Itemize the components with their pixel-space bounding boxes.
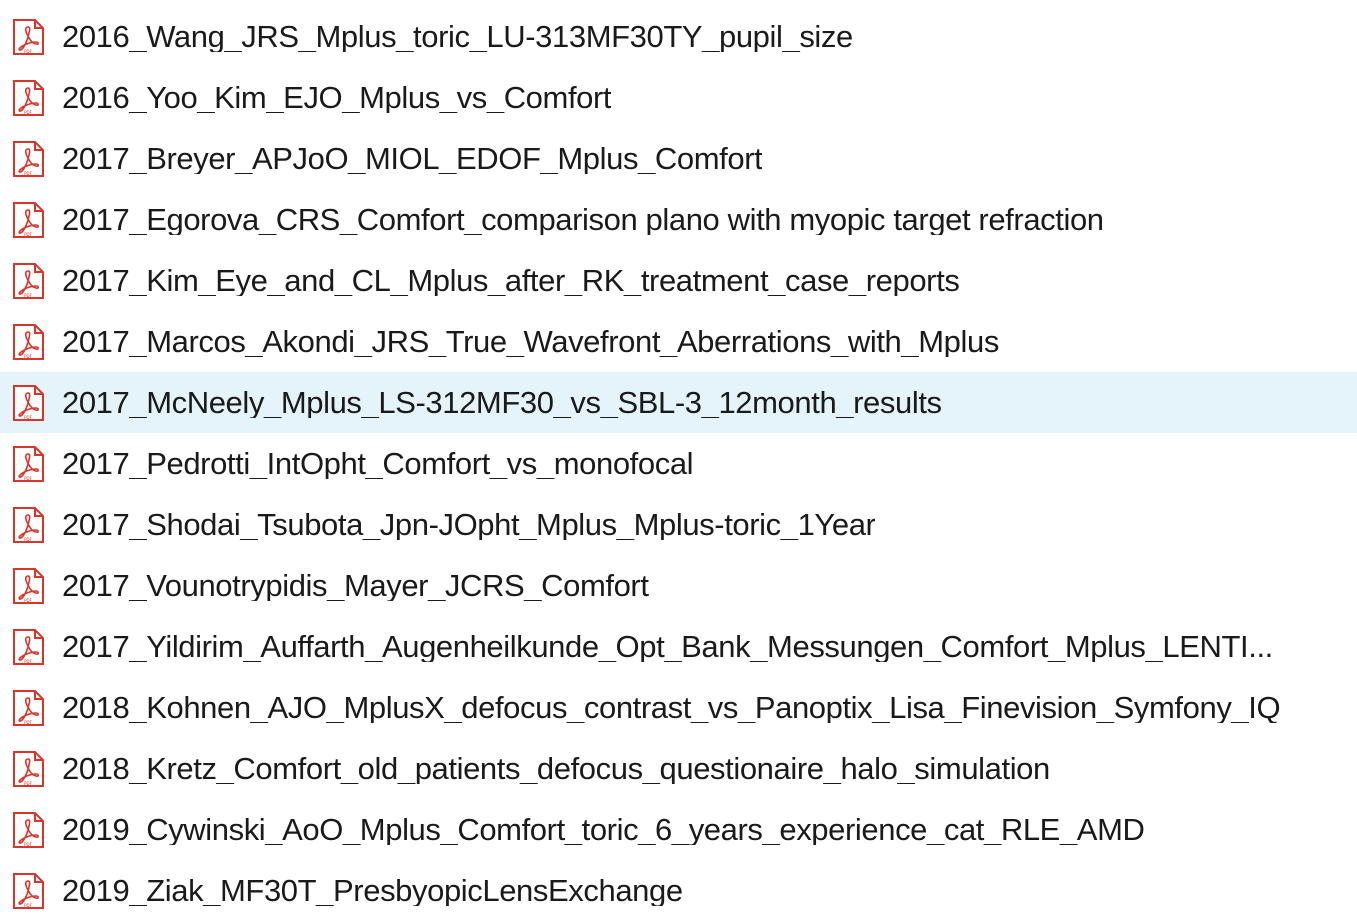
file-name: 2019_Cywinski_AoO_Mplus_Comfort_toric_6_… — [62, 814, 1145, 845]
svg-text:PDF: PDF — [24, 354, 32, 359]
pdf-file-icon: PDF — [13, 506, 44, 543]
file-row-3[interactable]: PDF 2017_Egorova_CRS_Comfort_comparison … — [0, 189, 1357, 250]
pdf-file-icon: PDF — [13, 79, 44, 116]
file-row-11[interactable]: PDF 2018_Kohnen_AJO_MplusX_defocus_contr… — [0, 677, 1357, 738]
pdf-file-icon: PDF — [13, 445, 44, 482]
svg-text:PDF: PDF — [24, 293, 32, 298]
file-row-10[interactable]: PDF 2017_Yildirim_Auffarth_Augenheilkund… — [0, 616, 1357, 677]
svg-text:PDF: PDF — [24, 110, 32, 115]
svg-text:PDF: PDF — [24, 232, 32, 237]
pdf-file-icon: PDF — [13, 689, 44, 726]
svg-text:PDF: PDF — [24, 598, 32, 603]
file-row-5[interactable]: PDF 2017_Marcos_Akondi_JRS_True_Wavefron… — [0, 311, 1357, 372]
file-row-1[interactable]: PDF 2016_Yoo_Kim_EJO_Mplus_vs_Comfort — [0, 67, 1357, 128]
svg-text:PDF: PDF — [24, 49, 32, 54]
svg-text:PDF: PDF — [24, 537, 32, 542]
svg-text:PDF: PDF — [24, 659, 32, 664]
file-name: 2017_Vounotrypidis_Mayer_JCRS_Comfort — [62, 570, 649, 601]
file-row-12[interactable]: PDF 2018_Kretz_Comfort_old_patients_defo… — [0, 738, 1357, 799]
file-name: 2018_Kretz_Comfort_old_patients_defocus_… — [62, 753, 1050, 784]
pdf-file-icon: PDF — [13, 750, 44, 787]
file-name: 2017_Shodai_Tsubota_Jpn-JOpht_Mplus_Mplu… — [62, 509, 876, 540]
pdf-file-icon: PDF — [13, 567, 44, 604]
file-name: 2018_Kohnen_AJO_MplusX_defocus_contrast_… — [62, 692, 1281, 723]
svg-text:PDF: PDF — [24, 171, 32, 176]
file-row-6-selected[interactable]: PDF 2017_McNeely_Mplus_LS-312MF30_vs_SBL… — [0, 372, 1357, 433]
file-row-0[interactable]: PDF 2016_Wang_JRS_Mplus_toric_LU-313MF30… — [0, 6, 1357, 67]
file-name: 2017_Kim_Eye_and_CL_Mplus_after_RK_treat… — [62, 265, 960, 296]
svg-text:PDF: PDF — [24, 720, 32, 725]
file-row-14[interactable]: PDF 2019_Ziak_MF30T_PresbyopicLensExchan… — [0, 860, 1357, 921]
pdf-file-icon: PDF — [13, 18, 44, 55]
file-name: 2017_Marcos_Akondi_JRS_True_Wavefront_Ab… — [62, 326, 999, 357]
file-row-9[interactable]: PDF 2017_Vounotrypidis_Mayer_JCRS_Comfor… — [0, 555, 1357, 616]
svg-text:PDF: PDF — [24, 842, 32, 847]
file-list: PDF 2016_Wang_JRS_Mplus_toric_LU-313MF30… — [0, 6, 1357, 921]
pdf-file-icon: PDF — [13, 140, 44, 177]
file-row-2[interactable]: PDF 2017_Breyer_APJoO_MIOL_EDOF_Mplus_Co… — [0, 128, 1357, 189]
pdf-file-icon: PDF — [13, 262, 44, 299]
svg-text:PDF: PDF — [24, 476, 32, 481]
file-row-7[interactable]: PDF 2017_Pedrotti_IntOpht_Comfort_vs_mon… — [0, 433, 1357, 494]
pdf-file-icon: PDF — [13, 201, 44, 238]
file-row-8[interactable]: PDF 2017_Shodai_Tsubota_Jpn-JOpht_Mplus_… — [0, 494, 1357, 555]
file-name: 2017_Yildirim_Auffarth_Augenheilkunde_Op… — [62, 631, 1273, 662]
file-name: 2019_Ziak_MF30T_PresbyopicLensExchange — [62, 875, 683, 906]
pdf-file-icon: PDF — [13, 323, 44, 360]
file-name: 2016_Yoo_Kim_EJO_Mplus_vs_Comfort — [62, 82, 612, 113]
pdf-file-icon: PDF — [13, 628, 44, 665]
pdf-file-icon: PDF — [13, 384, 44, 421]
file-name: 2017_Pedrotti_IntOpht_Comfort_vs_monofoc… — [62, 448, 694, 479]
file-name: 2017_Egorova_CRS_Comfort_comparison plan… — [62, 204, 1104, 235]
file-name: 2017_Breyer_APJoO_MIOL_EDOF_Mplus_Comfor… — [62, 143, 763, 174]
svg-text:PDF: PDF — [24, 903, 32, 908]
file-row-13[interactable]: PDF 2019_Cywinski_AoO_Mplus_Comfort_tori… — [0, 799, 1357, 860]
file-name: 2016_Wang_JRS_Mplus_toric_LU-313MF30TY_p… — [62, 21, 853, 52]
file-row-4[interactable]: PDF 2017_Kim_Eye_and_CL_Mplus_after_RK_t… — [0, 250, 1357, 311]
svg-text:PDF: PDF — [24, 415, 32, 420]
pdf-file-icon: PDF — [13, 811, 44, 848]
svg-text:PDF: PDF — [24, 781, 32, 786]
pdf-file-icon: PDF — [13, 872, 44, 909]
file-name: 2017_McNeely_Mplus_LS-312MF30_vs_SBL-3_1… — [62, 387, 942, 418]
